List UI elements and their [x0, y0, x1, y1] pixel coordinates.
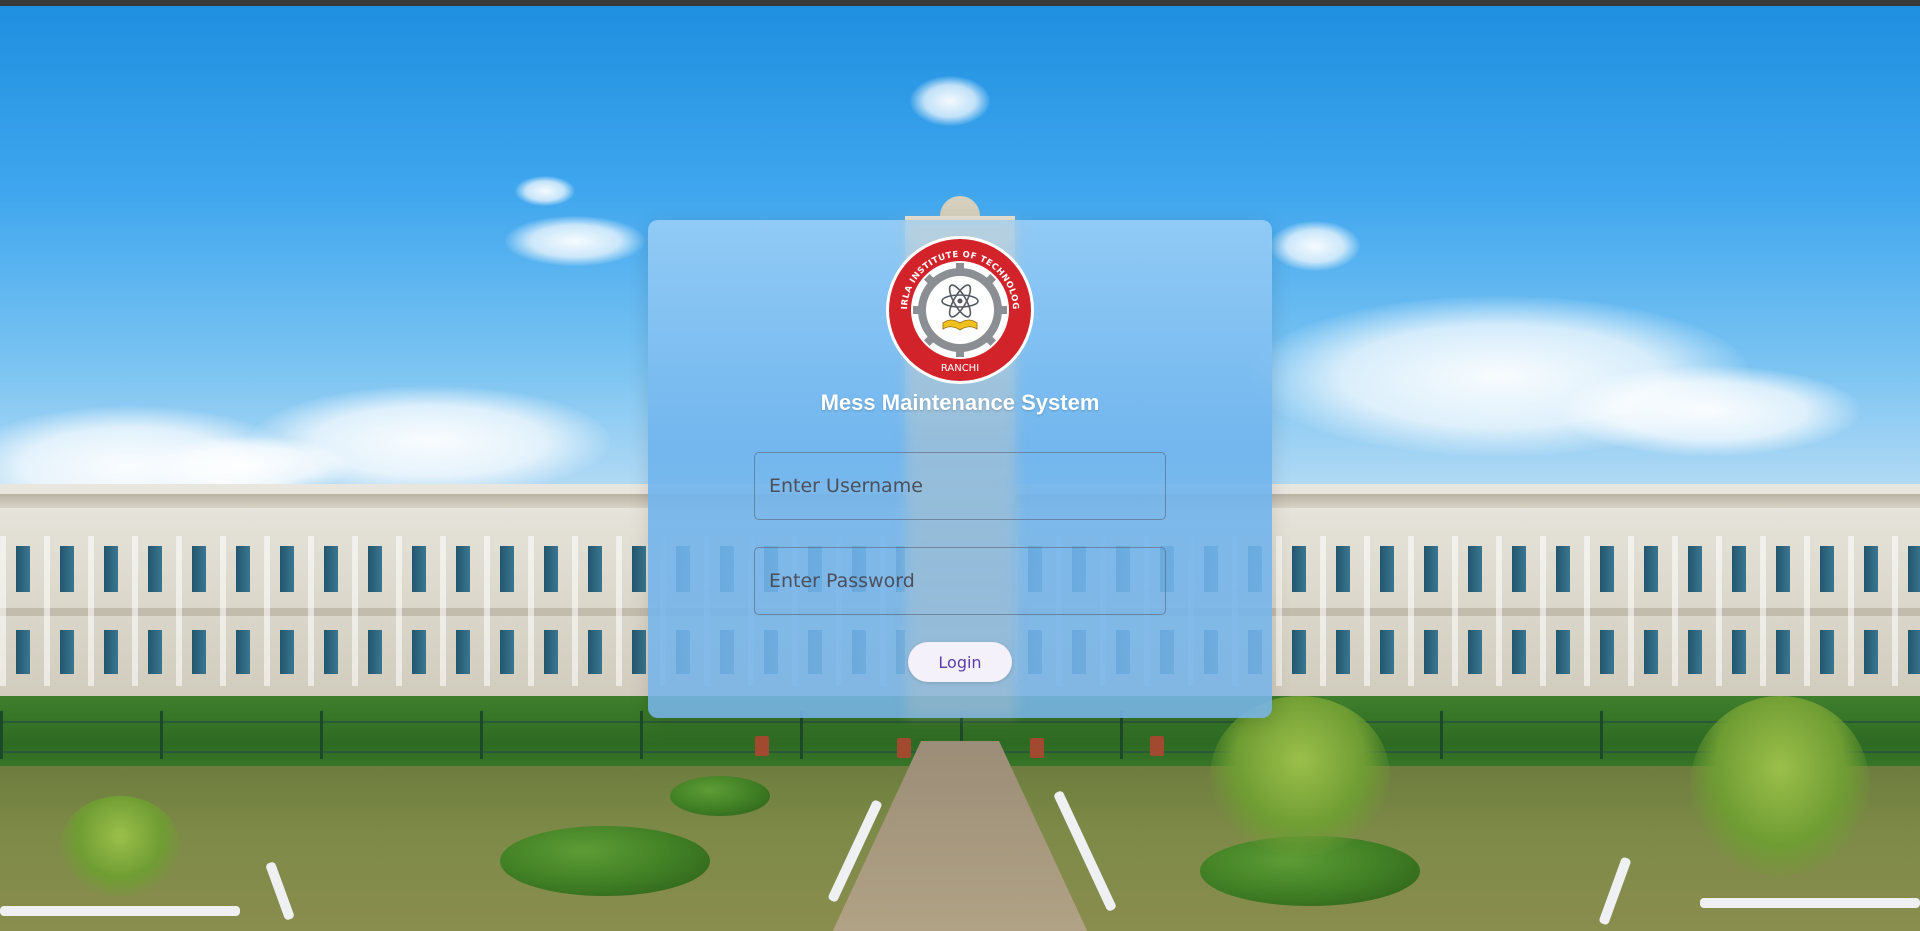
cloud: [515, 176, 575, 206]
username-input[interactable]: [754, 452, 1166, 520]
cloud: [1270, 221, 1360, 271]
planter: [1150, 736, 1164, 756]
palm-tree: [1210, 696, 1390, 856]
planter: [1030, 738, 1044, 758]
seal-location-text: RANCHI: [941, 363, 979, 374]
garden-border: [0, 906, 240, 916]
palm-tree: [60, 796, 180, 896]
cloud: [1560, 366, 1860, 456]
cloud: [505, 216, 645, 266]
planter: [897, 738, 911, 758]
login-card: BIRLA INSTITUTE OF TECHNOLOGY RANCHI Mes…: [648, 220, 1272, 718]
planter: [755, 736, 769, 756]
login-page: BIRLA INSTITUTE OF TECHNOLOGY RANCHI Mes…: [0, 0, 1920, 931]
login-button[interactable]: Login: [908, 642, 1012, 682]
browser-top-bar: [0, 0, 1920, 6]
garden-border: [1700, 898, 1920, 908]
bush: [500, 826, 710, 896]
institute-seal-icon: BIRLA INSTITUTE OF TECHNOLOGY RANCHI: [885, 235, 1034, 384]
password-input[interactable]: [754, 547, 1166, 615]
cloud: [910, 76, 990, 126]
bush: [670, 776, 770, 816]
app-title: Mess Maintenance System: [820, 390, 1100, 415]
palm-tree: [1690, 696, 1870, 876]
